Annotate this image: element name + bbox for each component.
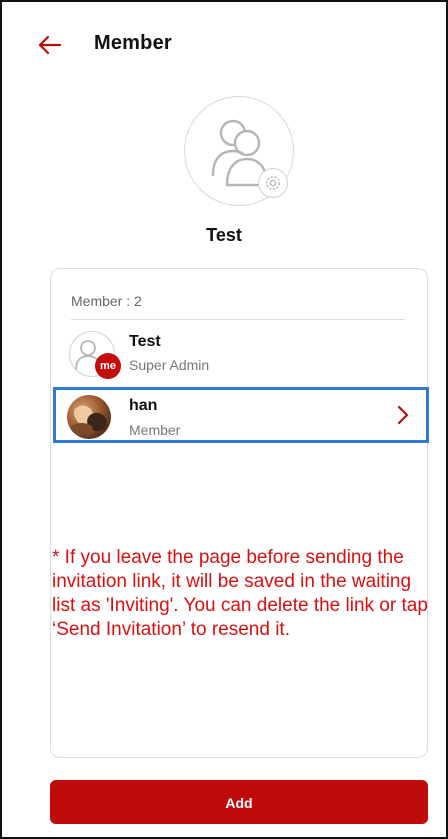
arrow-left-icon bbox=[38, 35, 62, 55]
page-title: Member bbox=[94, 32, 172, 54]
chevron-right-icon bbox=[397, 405, 409, 425]
me-badge: me bbox=[95, 353, 121, 379]
gear-icon bbox=[266, 176, 280, 190]
member-name: han bbox=[129, 397, 158, 414]
list-item: me Test Super Admin bbox=[51, 325, 427, 381]
avatar bbox=[67, 395, 111, 439]
member-role: Member bbox=[129, 422, 181, 438]
member-list-card: Member : 2 me Test Super Admin han Membe… bbox=[50, 268, 429, 758]
back-button[interactable] bbox=[34, 30, 64, 60]
member-screen: Member Test Member : 2 me Test Super Adm… bbox=[0, 0, 448, 839]
member-role: Super Admin bbox=[129, 357, 210, 373]
header: Member bbox=[2, 2, 446, 86]
list-item[interactable]: han Member bbox=[51, 387, 429, 445]
group-name: Test bbox=[206, 225, 242, 245]
group-settings-button[interactable] bbox=[258, 168, 288, 198]
member-detail-button[interactable] bbox=[393, 403, 413, 427]
add-button[interactable]: Add bbox=[50, 780, 428, 824]
invitation-notice: * If you leave the page before sending t… bbox=[52, 547, 428, 640]
divider bbox=[71, 319, 405, 320]
member-count: Member : 2 bbox=[71, 293, 142, 309]
member-name: Test bbox=[129, 333, 161, 350]
